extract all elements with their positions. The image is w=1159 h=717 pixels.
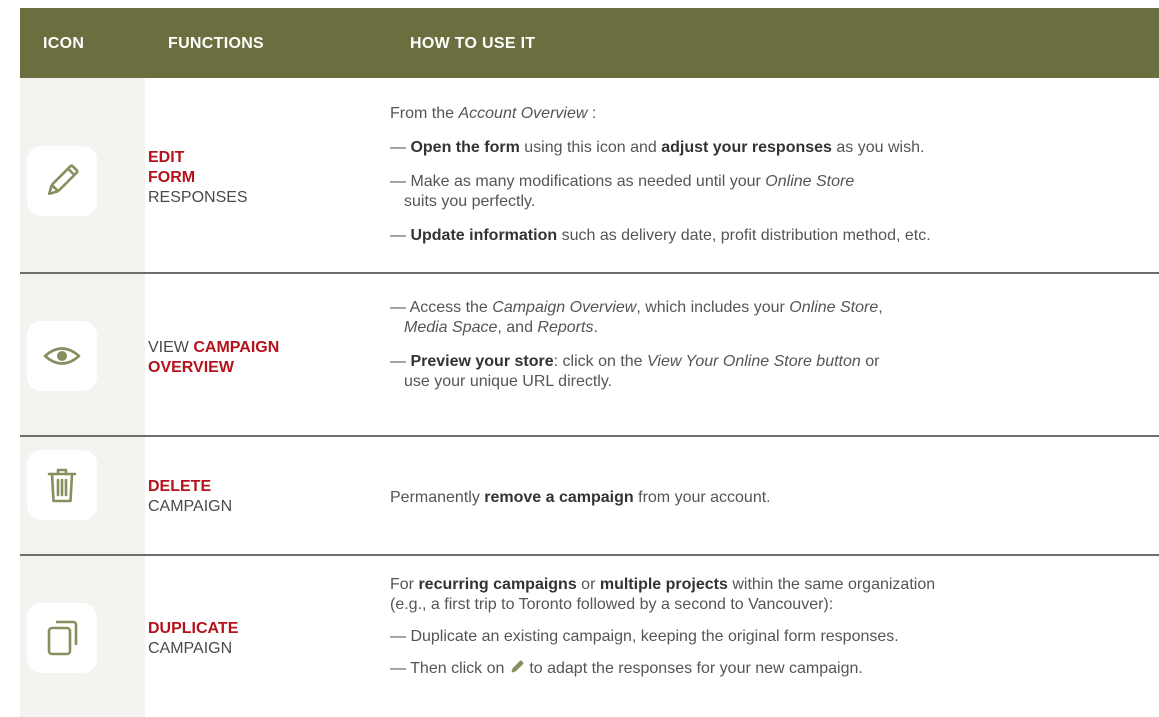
howto-duplicate-bullet-2: — Then click on to adapt the responses f… <box>390 660 863 677</box>
howto-edit-intro: From the Account Overview : <box>390 105 597 122</box>
howto-duplicate-intro: For recurring campaigns or multiple proj… <box>390 576 936 613</box>
howto-view-bullet-2: — Preview your store: click on the View … <box>390 353 880 390</box>
duplicate-icon <box>47 620 78 656</box>
howto-edit-bullet-2: — Make as many modifications as needed u… <box>390 173 855 210</box>
functions-table: ICON FUNCTIONS HOW TO USE IT EDIT FORM R… <box>0 0 1159 717</box>
howto-duplicate-bullet-1: — Duplicate an existing campaign, keepin… <box>390 628 899 645</box>
duplicate-icon-tile <box>27 603 97 673</box>
howto-delete: Permanently remove a campaign from your … <box>390 489 771 506</box>
trash-icon <box>47 468 77 503</box>
howto-edit-bullet-1: — Open the form using this icon and adju… <box>390 139 925 156</box>
eye-icon <box>43 347 81 365</box>
edit-icon-tile <box>27 146 97 216</box>
function-edit-form-responses: EDIT FORM RESPONSES <box>148 149 248 206</box>
howto-view-bullet-1: — Access the Campaign Overview, which in… <box>390 299 883 336</box>
howto-duplicate: For recurring campaigns or multiple proj… <box>390 575 1139 679</box>
header-icon: ICON <box>43 35 85 52</box>
howto-view: — Access the Campaign Overview, which in… <box>390 298 1139 392</box>
pencil-icon <box>47 164 79 196</box>
view-icon-tile <box>27 321 97 391</box>
function-delete-campaign: DELETE CAMPAIGN <box>148 478 233 515</box>
function-duplicate-campaign: DUPLICATE CAMPAIGN <box>148 620 239 657</box>
header-how-to-use: HOW TO USE IT <box>410 35 536 52</box>
pencil-icon <box>511 660 524 673</box>
howto-edit: From the Account Overview : — Open the f… <box>390 104 1139 246</box>
row-divider <box>20 435 1159 437</box>
function-view-campaign-overview: VIEW CAMPAIGN OVERVIEW <box>148 339 280 376</box>
table-header: ICON FUNCTIONS HOW TO USE IT <box>20 8 1159 78</box>
row-divider <box>20 554 1159 556</box>
delete-icon-tile <box>27 450 97 520</box>
header-functions: FUNCTIONS <box>168 35 265 52</box>
howto-edit-bullet-3: — Update information such as delivery da… <box>390 227 931 244</box>
row-divider <box>20 272 1159 274</box>
